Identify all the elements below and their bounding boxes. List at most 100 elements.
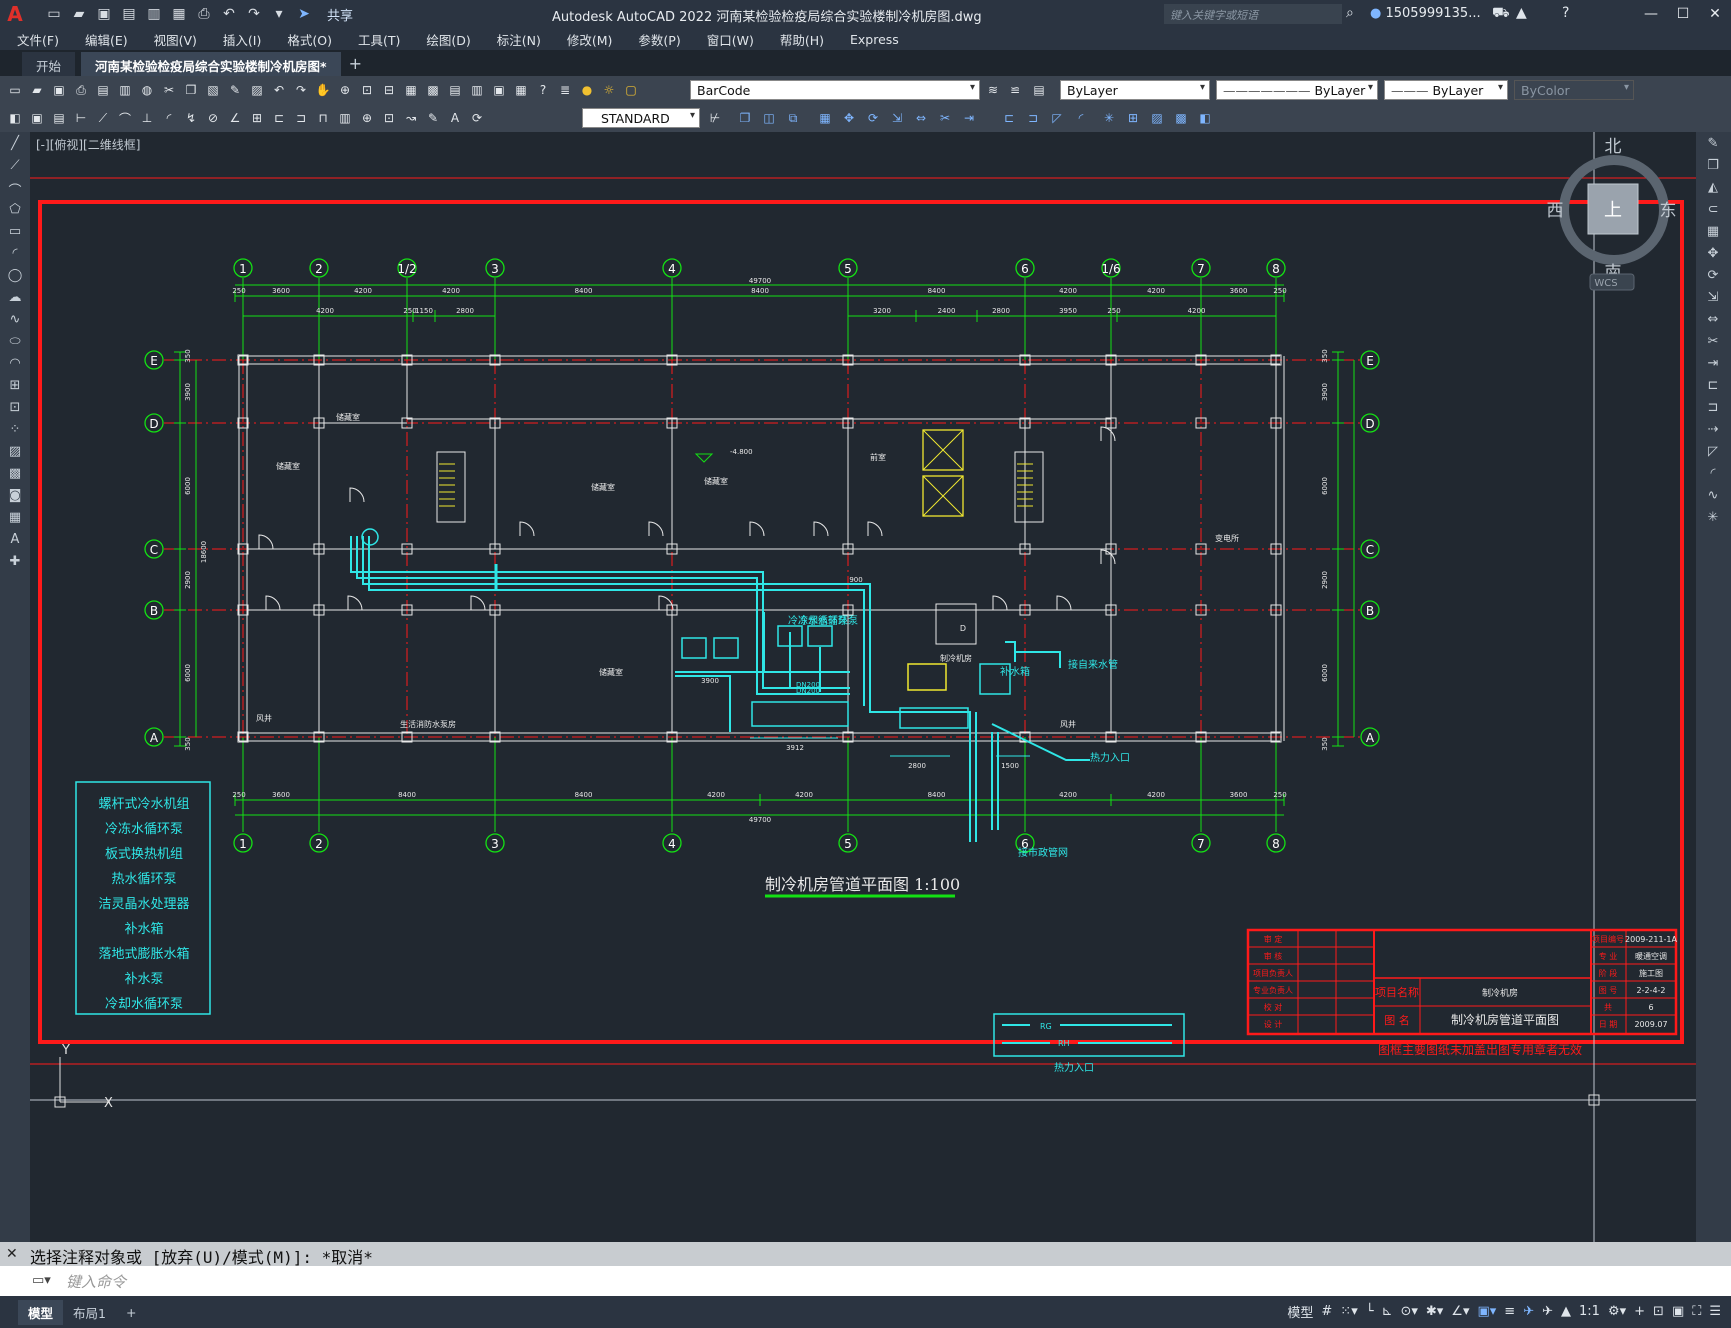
compass-east[interactable]: 东 [1660, 201, 1677, 221]
help-icon[interactable]: ? [1562, 5, 1569, 21]
compass-north[interactable]: 北 [1605, 137, 1622, 157]
isolate-icon[interactable]: ⊡ [1653, 1304, 1664, 1319]
dim-angular-icon[interactable]: ∠ [226, 109, 244, 127]
rectangle-icon[interactable]: ▭ [6, 224, 24, 242]
dim-edit-icon[interactable]: ✎ [424, 109, 442, 127]
dim-text-edit-icon[interactable]: A [446, 109, 464, 127]
dim-baseline-icon[interactable]: ⊏ [270, 109, 288, 127]
viewcube[interactable]: 上 北 南 东 西 WCS [1547, 137, 1677, 291]
ungroup-icon[interactable]: ▤ [50, 109, 68, 127]
circle-icon[interactable]: ◯ [6, 268, 24, 286]
quick-dim-icon[interactable]: ⊞ [248, 109, 266, 127]
stretch-icon[interactable]: ⇔ [1704, 312, 1722, 330]
menu-item[interactable]: 工具(T) [358, 30, 400, 49]
mirror-icon[interactable]: ◫ [760, 109, 778, 127]
join-icon[interactable]: ⊐ [1024, 109, 1042, 127]
copy-icon[interactable]: ❐ [182, 81, 200, 99]
search-icon[interactable]: ⌕ [1346, 5, 1354, 21]
osnap-tracking-icon[interactable]: ∠▾ [1451, 1304, 1469, 1319]
offset-icon[interactable]: ⊂ [1704, 202, 1722, 220]
share-button[interactable]: 共享 [327, 5, 353, 24]
offset-icon[interactable]: ⧉ [784, 109, 802, 127]
ellipse-arc-icon[interactable]: ◠ [6, 356, 24, 374]
make-current-icon[interactable]: ≋ [984, 81, 1002, 99]
undo-icon[interactable]: ↶ [219, 4, 239, 24]
plotstyle-dropdown[interactable]: ByColor ▾ [1514, 80, 1634, 100]
plot-icon[interactable]: ⎙ [72, 81, 90, 99]
group-icon[interactable]: ▣ [28, 109, 46, 127]
save-as-icon[interactable]: ▤ [119, 4, 139, 24]
dim-aligned-icon[interactable]: ⟋ [94, 109, 112, 127]
move-icon[interactable]: ✥ [840, 109, 858, 127]
hardware-accel-icon[interactable]: ▣ [1672, 1304, 1684, 1319]
maximize-button[interactable]: ☐ [1667, 2, 1699, 26]
layer-freeze-icon[interactable]: ☼ [600, 81, 618, 99]
trim-icon[interactable]: ✂ [936, 109, 954, 127]
dim-arc-icon[interactable]: ⌒ [116, 109, 134, 127]
open-icon[interactable]: ▰ [28, 81, 46, 99]
ortho-icon[interactable]: ⊾ [1382, 1304, 1393, 1319]
chamfer-icon[interactable]: ◸ [1704, 444, 1722, 462]
share-icon[interactable]: ➤ [294, 4, 314, 24]
menu-item[interactable]: 修改(M) [567, 30, 613, 49]
tab-start[interactable]: 开始 [22, 52, 76, 76]
menu-item[interactable]: 视图(V) [154, 30, 197, 49]
layer-dropdown[interactable]: BarCode ▾ [690, 80, 980, 100]
menu-item[interactable]: Express [850, 32, 899, 47]
undo-icon[interactable]: ↶ [270, 81, 288, 99]
chamfer-icon[interactable]: ◸ [1048, 109, 1066, 127]
menu-item[interactable]: 绘图(D) [426, 30, 470, 49]
plot-icon[interactable]: ⎙ [194, 4, 214, 24]
qnew-icon[interactable]: ▭ [6, 81, 24, 99]
open-web-icon[interactable]: ▥ [144, 4, 164, 24]
cut-icon[interactable]: ✂ [160, 81, 178, 99]
lineweight-dropdown[interactable]: ——— ByLayer ▾ [1384, 80, 1508, 100]
polyline-icon[interactable]: ⌒ [6, 180, 24, 199]
inspect-icon[interactable]: ⊡ [380, 109, 398, 127]
blend-icon[interactable]: ∿ [1704, 488, 1722, 506]
auto-scale-icon[interactable]: ✈ [1542, 1304, 1553, 1319]
hatch-icon[interactable]: ▨ [6, 444, 24, 462]
region-icon[interactable]: ◙ [6, 488, 24, 506]
table-icon[interactable]: ▦ [6, 510, 24, 528]
save-web-icon[interactable]: ▦ [169, 4, 189, 24]
model-space-button[interactable]: 模型 [1287, 1302, 1313, 1321]
stretch-icon[interactable]: ⇔ [912, 109, 930, 127]
fillet-icon[interactable]: ◜ [1704, 466, 1722, 484]
customize-icon[interactable]: ☰ [1709, 1304, 1721, 1319]
polar-icon[interactable]: ⊙▾ [1400, 1304, 1417, 1319]
layout1-tab[interactable]: 布局1 [63, 1300, 116, 1325]
gradient-icon[interactable]: ▩ [6, 466, 24, 484]
tolerance-icon[interactable]: ▥ [336, 109, 354, 127]
autodesk-app-icon[interactable]: ▲ [1516, 5, 1527, 21]
move-icon[interactable]: ✥ [1704, 246, 1722, 264]
draw-order-icon[interactable]: ◧ [6, 109, 24, 127]
preview-icon[interactable]: ▤ [94, 81, 112, 99]
join-icon[interactable]: ⇢ [1704, 422, 1722, 440]
tool-palettes-icon[interactable]: ▤ [446, 81, 464, 99]
dim-diameter-icon[interactable]: ⊘ [204, 109, 222, 127]
dim-linear-icon[interactable]: ⊢ [72, 109, 90, 127]
dim-ordinate-icon[interactable]: ⊥ [138, 109, 156, 127]
break-point-icon[interactable]: ⊏ [1704, 378, 1722, 396]
gradient-icon[interactable]: ▩ [1172, 109, 1190, 127]
mirror-icon[interactable]: ◭ [1704, 180, 1722, 198]
close-button[interactable]: ✕ [1699, 2, 1731, 26]
array-icon[interactable]: ▦ [1704, 224, 1722, 242]
region-icon[interactable]: ◧ [1196, 109, 1214, 127]
dimstyle-icon[interactable]: ⊬ [706, 109, 724, 127]
compass-west[interactable]: 西 [1547, 201, 1564, 221]
properties-icon[interactable]: ▦ [402, 81, 420, 99]
explode-icon[interactable]: ✳ [1704, 510, 1722, 528]
tab-drawing[interactable]: 河南某检验检疫局综合实验楼制冷机房图* [81, 52, 341, 76]
3dprint-icon[interactable]: ◍ [138, 81, 156, 99]
jogged-linear-icon[interactable]: ↝ [402, 109, 420, 127]
isodraft-icon[interactable]: ✱▾ [1426, 1304, 1443, 1319]
search-input[interactable]: 键入关键字或短语 [1164, 4, 1342, 24]
mtext-icon[interactable]: A [6, 532, 24, 550]
lineweight-icon[interactable]: ≡ [1504, 1304, 1515, 1319]
layer-walk-icon[interactable]: ▤ [1030, 81, 1048, 99]
workspace-gear-icon[interactable]: ⚙▾ [1608, 1304, 1626, 1319]
close-command-icon[interactable]: ✕ [6, 1246, 18, 1262]
design-center-icon[interactable]: ▩ [424, 81, 442, 99]
